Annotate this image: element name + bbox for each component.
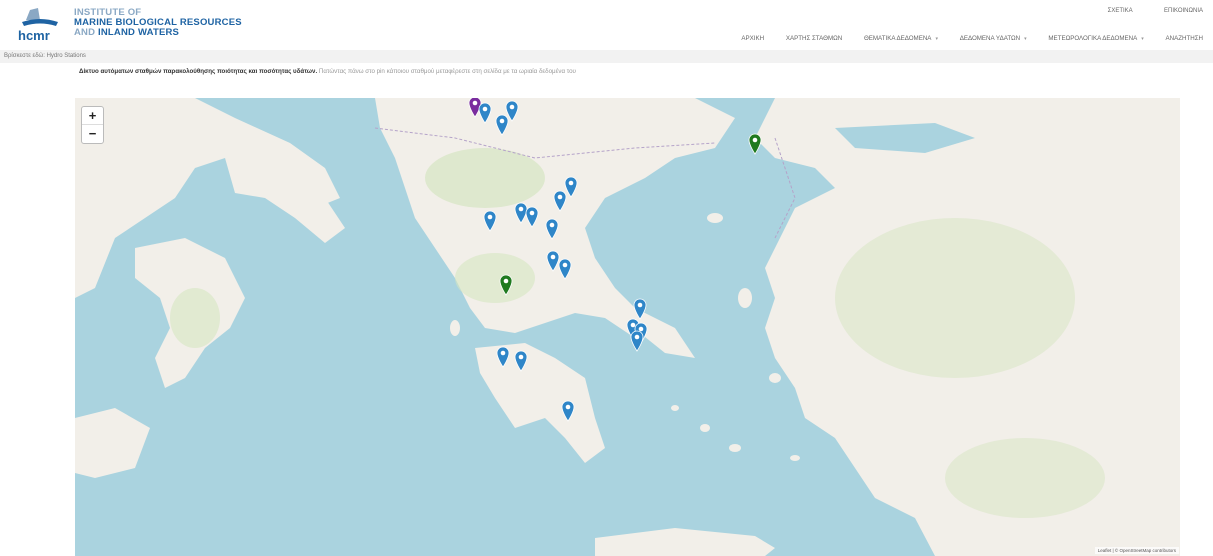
zoom-out-button[interactable]: − <box>82 125 103 143</box>
station-marker-icon[interactable] <box>525 206 539 228</box>
nav-water-data[interactable]: ΔΕΔΟΜΕΝΑ ΥΔΑΤΩΝ ▾ <box>960 35 1027 42</box>
page-description: Δίκτυο αυτόματων σταθμών παρακολούθησης … <box>79 68 1179 75</box>
chevron-down-icon: ▾ <box>1024 36 1027 42</box>
station-marker-icon[interactable] <box>478 102 492 124</box>
nav-search[interactable]: ΑΝΑΖΗΤΗΣΗ <box>1165 35 1203 42</box>
station-marker-icon[interactable] <box>558 258 572 280</box>
top-links: ΣΧΕΤΙΚΑ ΕΠΙΚΟΙΝΩΝΙΑ <box>1078 8 1203 14</box>
station-marker-icon[interactable] <box>496 346 510 368</box>
station-marker-icon[interactable] <box>514 350 528 372</box>
chevron-down-icon: ▾ <box>935 36 938 42</box>
station-marker-icon[interactable] <box>561 400 575 422</box>
nav-meteo-data[interactable]: ΜΕΤΕΩΡΟΛΟΓΙΚΑ ΔΕΔΟΜΕΝΑ ▾ <box>1048 35 1143 42</box>
hcmr-logo[interactable]: hcmr <box>16 6 64 46</box>
description-bold: Δίκτυο αυτόματων σταθμών παρακολούθησης … <box>79 68 318 75</box>
description-text: Πατώντας πάνω στο pin κάποιου σταθμού με… <box>317 68 576 75</box>
stations-map[interactable] <box>75 98 1180 556</box>
station-marker-icon[interactable] <box>633 298 647 320</box>
zoom-in-button[interactable]: + <box>82 107 103 125</box>
breadcrumb: Βρίσκεστε εδώ: Hydro Stations <box>0 50 1213 63</box>
site-header: hcmr INSTITUTE OF MARINE BIOLOGICAL RESO… <box>0 0 1213 50</box>
station-marker-icon[interactable] <box>545 218 559 240</box>
station-marker-icon[interactable] <box>483 210 497 232</box>
top-link-about[interactable]: ΣΧΕΤΙΚΑ <box>1108 8 1133 14</box>
station-marker-icon[interactable] <box>499 274 513 296</box>
chevron-down-icon: ▾ <box>1141 36 1144 42</box>
nav-home[interactable]: ΑΡΧΙΚΗ <box>741 35 764 42</box>
station-marker-icon[interactable] <box>553 190 567 212</box>
station-marker-icon[interactable] <box>505 100 519 122</box>
inst-line-3: AND INLAND WATERS <box>74 27 180 38</box>
map-attribution[interactable]: Leaflet | © OpenStreetMap contributors <box>1094 547 1179 554</box>
top-link-contact[interactable]: ΕΠΙΚΟΙΝΩΝΙΑ <box>1164 8 1203 14</box>
institute-name[interactable]: INSTITUTE OF MARINE BIOLOGICAL RESOURCES… <box>74 8 242 38</box>
station-marker-icon[interactable] <box>748 133 762 155</box>
main-nav: ΑΡΧΙΚΗ ΧΑΡΤΗΣ ΣΤΑΘΜΩΝ ΘΕΜΑΤΙΚΑ ΔΕΔΟΜΕΝΑ ▾… <box>721 35 1203 42</box>
station-marker-icon[interactable] <box>630 330 644 352</box>
logo-text: hcmr <box>18 28 50 43</box>
nav-thematic-data[interactable]: ΘΕΜΑΤΙΚΑ ΔΕΔΟΜΕΝΑ ▾ <box>864 35 938 42</box>
zoom-control: + − <box>81 106 104 144</box>
nav-stations-map[interactable]: ΧΑΡΤΗΣ ΣΤΑΘΜΩΝ <box>786 35 842 42</box>
